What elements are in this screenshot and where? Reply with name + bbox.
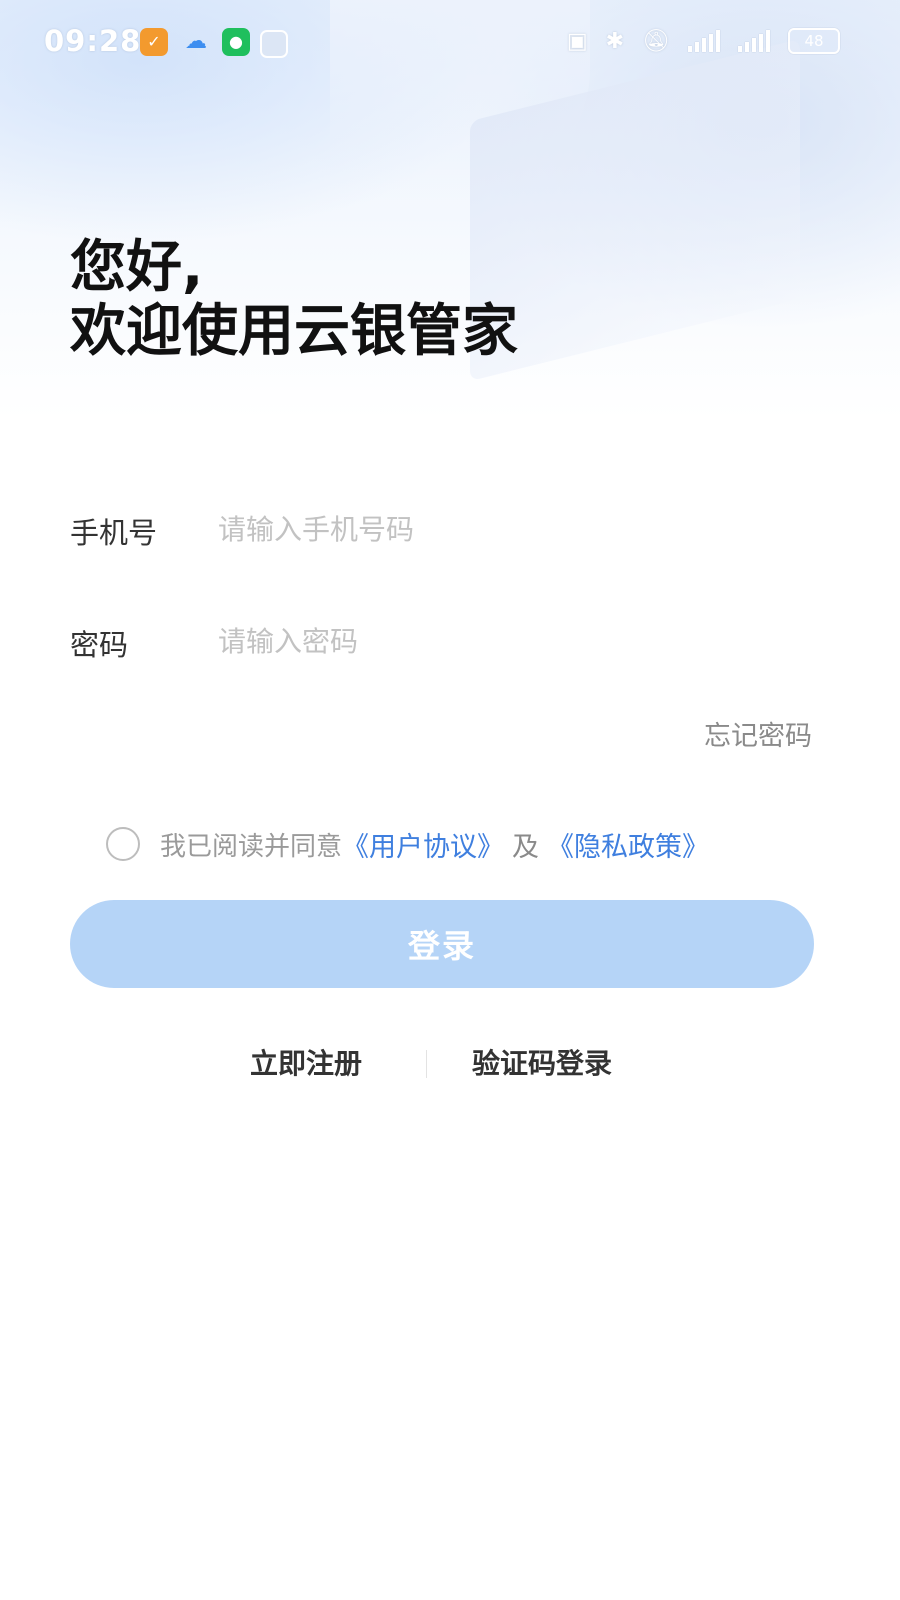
- wechat-icon: ●: [222, 28, 250, 56]
- bluetooth-icon: ✱: [605, 28, 625, 54]
- login-button[interactable]: 登录: [70, 900, 814, 988]
- user-agreement-link[interactable]: 《用户协议》: [342, 825, 504, 864]
- sms-login-link[interactable]: 验证码登录: [472, 1042, 612, 1082]
- phone-input[interactable]: [218, 504, 818, 554]
- cloud-app-icon: ☁: [185, 29, 207, 54]
- signal-icon: [688, 30, 720, 52]
- agreement-and: 及: [512, 831, 540, 863]
- password-input[interactable]: [218, 616, 818, 666]
- agreement-row: 我已阅读并同意 《用户协议》 及 《隐私政策》: [106, 822, 709, 866]
- bottom-links: 立即注册 验证码登录: [0, 1042, 900, 1086]
- password-field-row: 密码: [70, 612, 830, 672]
- nfc-icon: ▣: [566, 28, 588, 54]
- register-link[interactable]: 立即注册: [250, 1042, 362, 1082]
- greeting-line1: 您好,: [70, 235, 204, 300]
- status-right-icons: ▣ ✱ 🔕︎ 48: [567, 28, 840, 54]
- status-time: 09:28: [44, 24, 142, 58]
- phone-label: 手机号: [70, 516, 158, 550]
- orange-app-icon: ✓: [140, 28, 168, 56]
- link-divider: [426, 1050, 427, 1078]
- forgot-password-link[interactable]: 忘记密码: [704, 714, 812, 753]
- phone-field-row: 手机号: [70, 500, 830, 560]
- app-square-icon: [260, 30, 288, 58]
- page-title: 您好, 欢迎使用云银管家: [70, 236, 518, 364]
- signal-icon: [738, 30, 770, 52]
- agreement-checkbox[interactable]: [106, 827, 140, 861]
- battery-icon: 48: [788, 28, 840, 54]
- status-bar: 09:28 ✓ ☁ ● ▣ ✱ 🔕︎ 48: [0, 0, 900, 84]
- greeting-line2: 欢迎使用云银管家: [70, 299, 518, 364]
- password-label: 密码: [70, 628, 129, 662]
- mute-icon: 🔕︎: [642, 28, 670, 54]
- agreement-prefix: 我已阅读并同意: [160, 831, 343, 862]
- privacy-policy-link[interactable]: 《隐私政策》: [547, 825, 709, 864]
